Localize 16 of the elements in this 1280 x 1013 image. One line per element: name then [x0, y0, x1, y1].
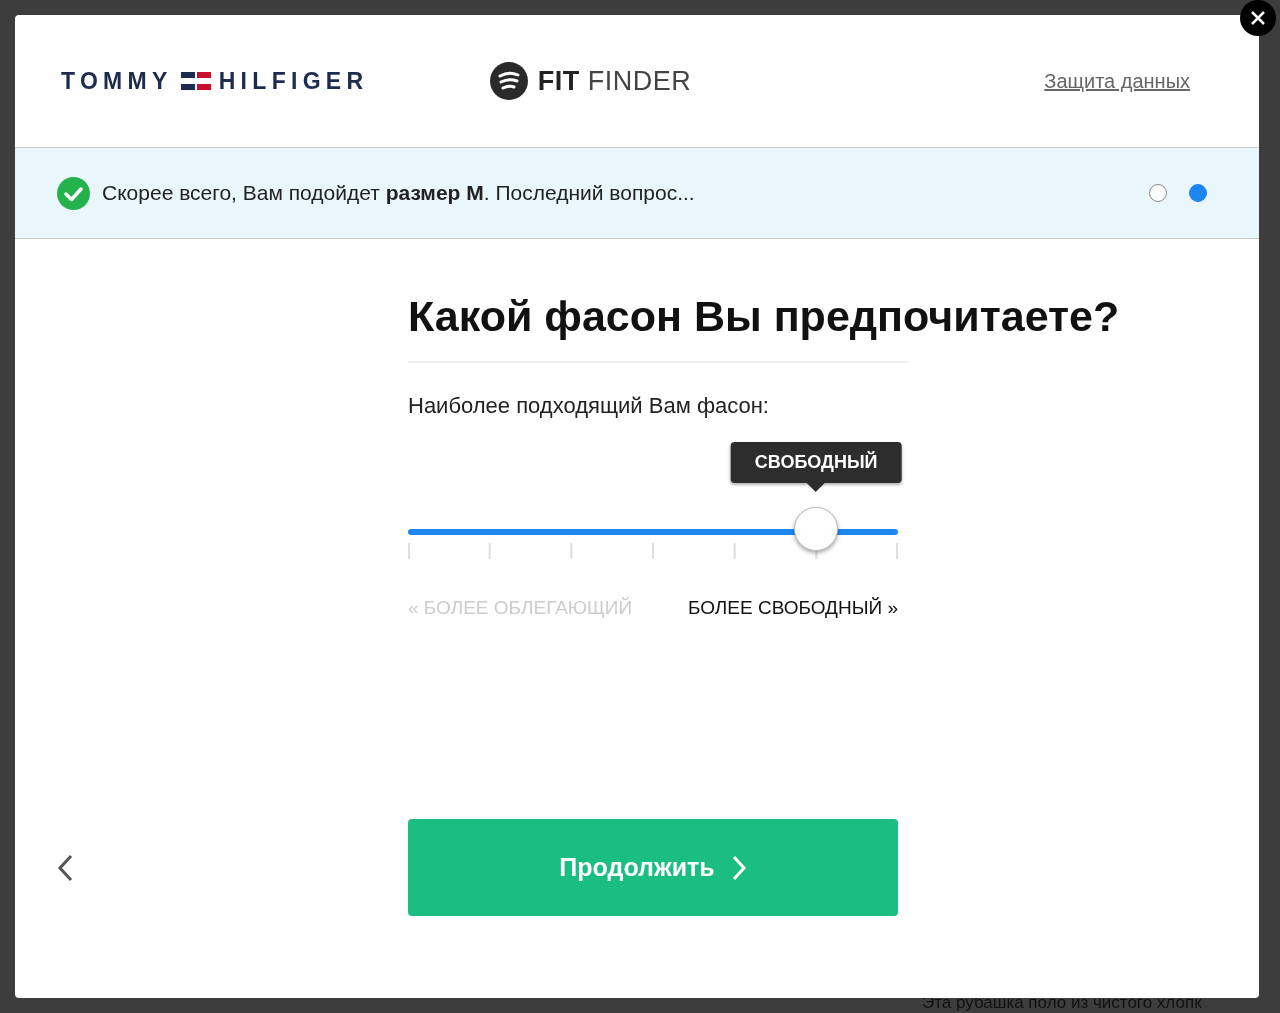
app-logo-text: FIT FINDER: [537, 65, 692, 97]
close-icon: [1251, 11, 1265, 25]
brand-logo-text: HILFIGER: [218, 67, 369, 95]
scale-label: БОЛЕЕ СВОБОДНЫЙ »: [688, 596, 898, 619]
privacy-link[interactable]: Защита данных: [790, 69, 1190, 93]
flag-icon: [180, 72, 211, 90]
question-title: Какой фасон Вы предпочитаете?: [408, 291, 1120, 342]
brand-logo-text: TOMMY: [61, 67, 173, 95]
fit-finder-logo-icon: [489, 62, 528, 100]
close-button[interactable]: [1240, 0, 1276, 36]
slider-label: Наиболее подходящий Вам фасон:: [408, 392, 770, 419]
chevron-right-icon: [730, 853, 747, 882]
result-message: Скорее всего, Вам подойдет размер M. Последний вопрос...: [102, 181, 696, 205]
slider-thumb[interactable]: [794, 506, 839, 551]
check-icon: [57, 176, 90, 210]
tooltip-pointer-icon: [806, 481, 827, 492]
